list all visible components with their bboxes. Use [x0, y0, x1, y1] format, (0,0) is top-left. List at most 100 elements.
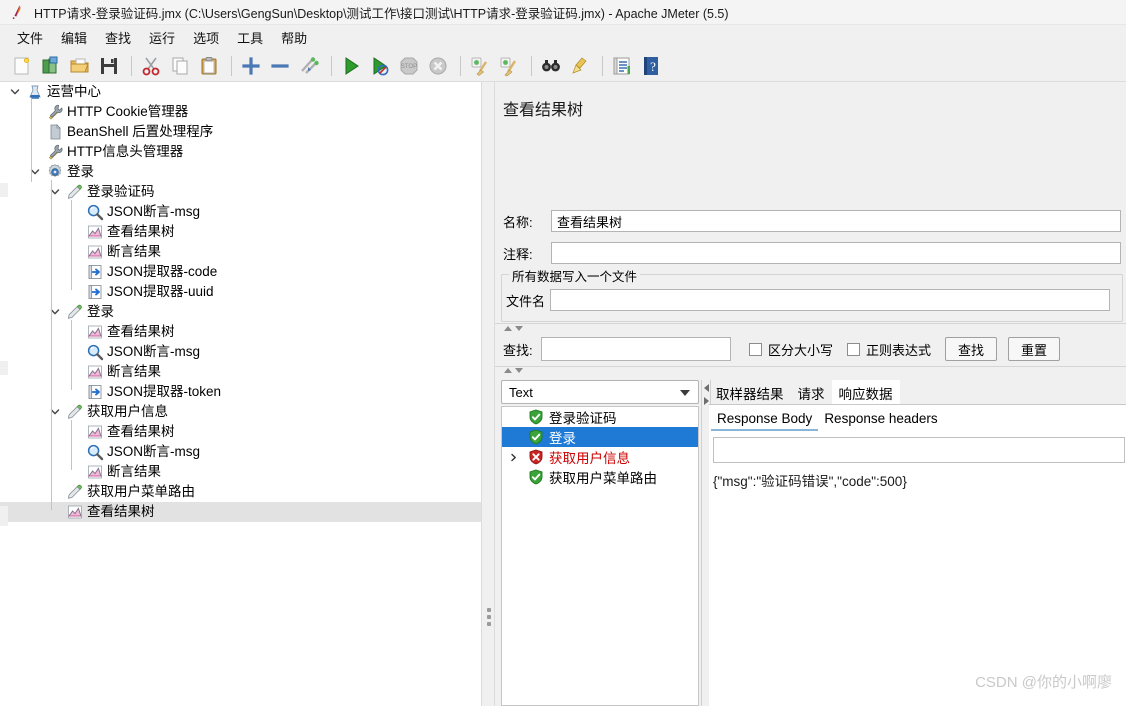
- tree-node[interactable]: 登录: [0, 162, 481, 182]
- search-icon[interactable]: [538, 53, 564, 79]
- test-plan-tree[interactable]: 运营中心 HTTP Cookie管理器 BeanShell 后置处理程序 HTTP信息…: [0, 82, 481, 530]
- regex-checkbox[interactable]: [847, 342, 861, 356]
- tree-node-label: JSON提取器-code: [107, 264, 218, 279]
- main-splitter[interactable]: [481, 82, 495, 706]
- comment-input[interactable]: [551, 242, 1121, 264]
- function-helper-icon[interactable]: [609, 53, 635, 79]
- splitter-arrows-bottom[interactable]: [504, 368, 523, 373]
- start-no-pauses-icon[interactable]: [367, 53, 393, 79]
- menu-item-search[interactable]: 查找: [96, 26, 140, 49]
- find-button[interactable]: 查找: [945, 337, 998, 361]
- chevron-down-icon-renderer[interactable]: [680, 390, 690, 396]
- copy-icon[interactable]: [167, 53, 193, 79]
- toolbar-separator-5: [531, 55, 532, 76]
- sampler-result-list[interactable]: 登录验证码 登录获取用户信息 获取用户菜单路由: [501, 406, 699, 706]
- tree-node[interactable]: JSON提取器-token: [0, 382, 481, 402]
- config-tools-icon: [46, 103, 64, 121]
- reset-button[interactable]: 重置: [1008, 337, 1061, 361]
- tree-node-label: HTTP信息头管理器: [67, 144, 184, 159]
- tree-guide-line-0: [31, 98, 32, 182]
- tree-node[interactable]: JSON提取器-code: [0, 262, 481, 282]
- tree-toggle-collapsed-icon[interactable]: [507, 447, 519, 467]
- response-subtabs[interactable]: Response Body Response headers: [711, 408, 944, 431]
- tree-node[interactable]: JSON断言-msg: [0, 202, 481, 222]
- subtab-response-body[interactable]: Response Body: [711, 408, 819, 431]
- tree-node[interactable]: 断言结果: [0, 462, 481, 482]
- paste-icon[interactable]: [196, 53, 222, 79]
- menu-item-file[interactable]: 文件: [8, 26, 52, 49]
- regex-checkbox-wrap[interactable]: 正则表达式: [847, 340, 931, 359]
- case-sensitive-checkbox[interactable]: [749, 342, 762, 356]
- result-item-label: 获取用户信息: [549, 451, 630, 466]
- templates-icon[interactable]: [38, 53, 64, 79]
- result-list-item[interactable]: 登录验证码: [502, 407, 698, 427]
- chevron-up-icon[interactable]: [504, 326, 512, 331]
- tree-node[interactable]: 查看结果树: [0, 502, 481, 522]
- search-input[interactable]: [541, 337, 731, 361]
- tree-node[interactable]: 查看结果树: [0, 422, 481, 442]
- toggle-icon[interactable]: [296, 53, 322, 79]
- tree-node-label: 登录验证码: [87, 184, 155, 199]
- menu-item-tools[interactable]: 工具: [228, 26, 272, 49]
- tab-sampler-result[interactable]: 取样器结果: [709, 380, 791, 407]
- chevron-up-icon-2[interactable]: [504, 368, 512, 373]
- chevron-left-icon[interactable]: [703, 384, 709, 392]
- help-icon[interactable]: ?: [638, 53, 664, 79]
- open-icon[interactable]: [67, 53, 93, 79]
- tree-node-label: 获取用户菜单路由: [87, 484, 195, 499]
- toolbar-separator-1: [131, 55, 132, 76]
- tree-node[interactable]: 运营中心: [0, 82, 481, 102]
- tree-toggle-expanded-icon[interactable]: [8, 82, 22, 102]
- chevron-down-icon[interactable]: [515, 326, 523, 331]
- tree-node[interactable]: JSON断言-msg: [0, 342, 481, 362]
- tree-node[interactable]: JSON断言-msg: [0, 442, 481, 462]
- splitter-arrows-top[interactable]: [504, 326, 523, 331]
- menu-item-options[interactable]: 选项: [184, 26, 228, 49]
- chevron-right-icon[interactable]: [703, 397, 709, 405]
- page-title: 查看结果树: [503, 102, 584, 119]
- stop-icon: STOP: [396, 53, 422, 79]
- new-icon[interactable]: [9, 53, 35, 79]
- save-icon[interactable]: [96, 53, 122, 79]
- tree-node[interactable]: 登录验证码: [0, 182, 481, 202]
- tree-node[interactable]: 查看结果树: [0, 222, 481, 242]
- start-icon[interactable]: [338, 53, 364, 79]
- tree-node[interactable]: 登录: [0, 302, 481, 322]
- search-reset-icon[interactable]: [567, 53, 593, 79]
- menu-item-edit[interactable]: 编辑: [52, 26, 96, 49]
- thread-group-icon: [46, 163, 64, 181]
- splitter-grip[interactable]: [487, 608, 491, 630]
- result-list-item[interactable]: 获取用户信息: [502, 447, 698, 467]
- name-input[interactable]: 查看结果树: [551, 210, 1121, 232]
- case-sensitive-checkbox-wrap[interactable]: 区分大小写: [749, 340, 833, 359]
- filename-input[interactable]: [550, 289, 1110, 311]
- renderer-select[interactable]: Text: [501, 380, 699, 404]
- response-search-input[interactable]: [713, 437, 1125, 463]
- expand-all-icon[interactable]: [238, 53, 264, 79]
- tab-request[interactable]: 请求: [791, 380, 832, 407]
- tree-node[interactable]: HTTP信息头管理器: [0, 142, 481, 162]
- subtab-response-headers[interactable]: Response headers: [818, 408, 943, 431]
- tree-node[interactable]: HTTP Cookie管理器: [0, 102, 481, 122]
- menu-item-help[interactable]: 帮助: [272, 26, 316, 49]
- cut-icon[interactable]: [138, 53, 164, 79]
- test-plan-tree-panel[interactable]: 运营中心 HTTP Cookie管理器 BeanShell 后置处理程序 HTTP信息…: [0, 82, 481, 706]
- tree-node[interactable]: 断言结果: [0, 242, 481, 262]
- write-all-data-group: 所有数据写入一个文件 文件名: [501, 266, 1123, 322]
- result-list-item[interactable]: 登录: [502, 427, 698, 447]
- tree-node[interactable]: JSON提取器-uuid: [0, 282, 481, 302]
- chevron-down-icon-2[interactable]: [515, 368, 523, 373]
- tab-response-data[interactable]: 响应数据: [831, 380, 900, 407]
- clear-icon[interactable]: [467, 53, 493, 79]
- menu-item-run[interactable]: 运行: [140, 26, 184, 49]
- result-list-item[interactable]: 获取用户菜单路由: [502, 467, 698, 487]
- tree-node-label: 运营中心: [47, 84, 101, 99]
- tree-node[interactable]: 获取用户菜单路由: [0, 482, 481, 502]
- tree-node[interactable]: 获取用户信息: [0, 402, 481, 422]
- tree-node[interactable]: BeanShell 后置处理程序: [0, 122, 481, 142]
- tree-node[interactable]: 查看结果树: [0, 322, 481, 342]
- clear-all-icon[interactable]: [496, 53, 522, 79]
- tree-node[interactable]: 断言结果: [0, 362, 481, 382]
- result-tabs[interactable]: 取样器结果 请求 响应数据: [709, 380, 900, 407]
- collapse-all-icon[interactable]: [267, 53, 293, 79]
